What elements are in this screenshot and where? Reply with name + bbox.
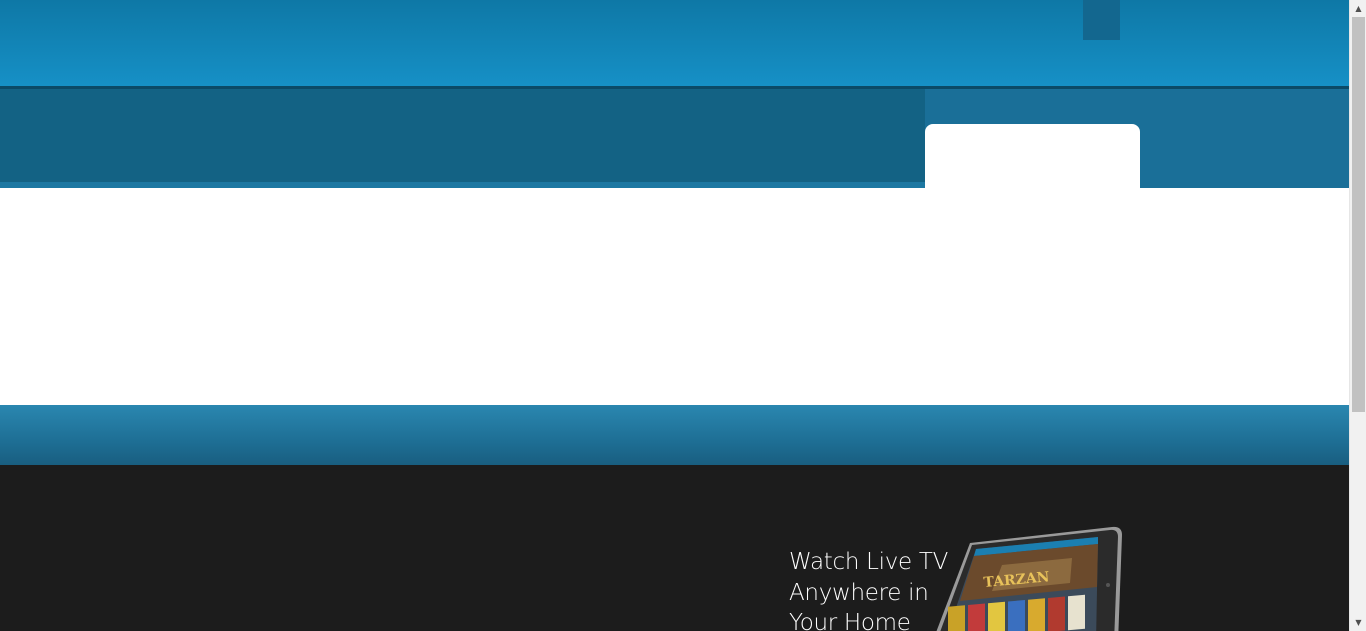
poster-5 [1028,598,1045,631]
page: Watch Live TV Anywhere in Your Home TARZ… [0,0,1349,631]
nav-left-panel [0,89,925,182]
promo-section [0,465,1349,631]
section-divider-strip [0,405,1349,465]
vertical-scrollbar[interactable]: ▲ ▼ [1349,0,1366,631]
poster-7 [1068,594,1085,631]
main-content [0,188,1349,405]
scrollbar-thumb[interactable] [1352,17,1365,412]
poster-4 [1008,599,1025,631]
poster-3 [988,601,1005,631]
header-menu-button[interactable] [1083,0,1120,40]
tablet-camera [1106,583,1110,587]
scroll-down-arrow-icon[interactable]: ▼ [1350,614,1366,631]
scroll-up-arrow-icon[interactable]: ▲ [1350,0,1366,17]
tablet-image: TARZAN [936,526,1122,631]
poster-2 [968,603,985,631]
active-tab[interactable] [925,124,1140,190]
site-header [0,0,1349,86]
poster-1 [948,605,965,631]
poster-6 [1048,596,1065,631]
